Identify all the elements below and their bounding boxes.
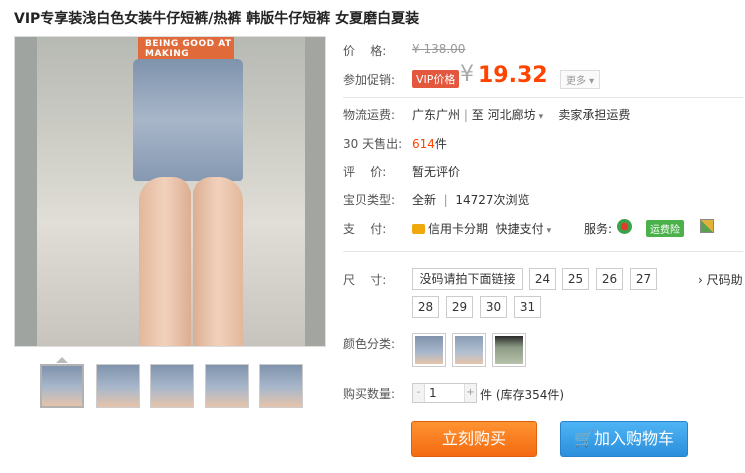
payment-methods: 信用卡分期 快捷支付 ▾ [412, 220, 551, 237]
promo-price: 19.32 [478, 63, 548, 88]
shipping-to-dropdown[interactable]: 河北廊坊 [488, 108, 536, 122]
thumbnail-pointer [56, 357, 68, 363]
service-label: 服务: [584, 222, 613, 236]
payment-label: 支 付: [343, 222, 387, 236]
installment-link[interactable]: 信用卡分期 [428, 222, 488, 236]
product-title: VIP专享装浅白色女装牛仔短裤/热裤 韩版牛仔短裤 女夏磨白夏装 [14, 11, 420, 27]
quantity-increase-button[interactable]: + [464, 384, 476, 402]
review-label: 评 价: [343, 165, 387, 179]
sales-label: 30 天售出: [343, 137, 403, 151]
product-main-image[interactable]: BEING GOOD AT MAKING ⚲ [14, 36, 326, 347]
add-to-cart-button[interactable]: 🛒加入购物车 [560, 421, 688, 457]
sales-count: 614件 [412, 137, 447, 151]
size-option-26[interactable]: 26 [596, 268, 623, 290]
quantity-stepper: - + [412, 383, 477, 403]
quantity-decrease-button[interactable]: - [413, 384, 425, 402]
item-type-label: 宝贝类型: [343, 193, 396, 207]
thumbnail-4[interactable] [205, 364, 249, 408]
size-guide-link[interactable]: › 尺码助 [698, 271, 743, 288]
shipping-route: 广东广州 | 至 河北廊坊 ▾ 卖家承担运费 [412, 108, 631, 122]
seven-day-return-icon[interactable] [617, 219, 632, 234]
color-label: 颜色分类: [343, 337, 396, 351]
quantity-label: 购买数量: [343, 387, 396, 401]
quantity-input[interactable] [426, 384, 464, 402]
shipping-from: 广东广州 [412, 108, 461, 122]
credit-card-icon [412, 224, 425, 234]
size-label: 尺 寸: [343, 273, 387, 287]
size-option-31[interactable]: 31 [514, 296, 541, 318]
shipping-to-sep: 至 [471, 108, 484, 122]
cart-icon: 🛒 [574, 429, 594, 448]
promo-label: 参加促销: [343, 73, 396, 87]
chevron-down-icon[interactable]: ▾ [539, 112, 544, 122]
shipping-insurance-badge[interactable]: 运费险 [646, 220, 684, 237]
item-type-value: 全新 | 14727次浏览 [412, 193, 530, 207]
color-swatch-3[interactable] [492, 333, 526, 367]
size-option-25[interactable]: 25 [562, 268, 589, 290]
thumbnail-3[interactable] [150, 364, 194, 408]
thumbnail-5[interactable] [259, 364, 303, 408]
size-option-30[interactable]: 30 [480, 296, 507, 318]
shipping-label: 物流运费: [343, 108, 396, 122]
thumbnail-2[interactable] [96, 364, 140, 408]
stock-info: 件 (库存354件) [480, 388, 565, 402]
quick-pay-link[interactable]: 快捷支付 [496, 222, 544, 236]
review-value: 暂无评价 [412, 165, 461, 179]
color-swatch-2[interactable] [452, 333, 486, 367]
guarantee-icon[interactable] [700, 219, 714, 233]
size-option-28[interactable]: 28 [412, 296, 439, 318]
currency-symbol: ¥ [460, 62, 474, 87]
shipping-fee: 卖家承担运费 [558, 108, 631, 122]
price-label: 价 格: [343, 44, 387, 58]
size-option-29[interactable]: 29 [446, 296, 473, 318]
size-option-27[interactable]: 27 [630, 268, 657, 290]
shirt-print-text: BEING GOOD AT MAKING [145, 39, 232, 59]
size-option-24[interactable]: 24 [529, 268, 556, 290]
thumbnail-1[interactable] [40, 364, 84, 408]
more-promotions-button[interactable]: 更多 ▾ [560, 70, 601, 89]
vip-price-tag: VIP价格 [412, 70, 460, 88]
size-option-link[interactable]: 没码请拍下面链接 [412, 268, 523, 290]
color-swatch-1[interactable] [412, 333, 446, 367]
chevron-down-icon[interactable]: ▾ [547, 226, 552, 236]
original-price: ¥ 138.00 [412, 42, 466, 56]
buy-now-button[interactable]: 立刻购买 [411, 421, 537, 457]
